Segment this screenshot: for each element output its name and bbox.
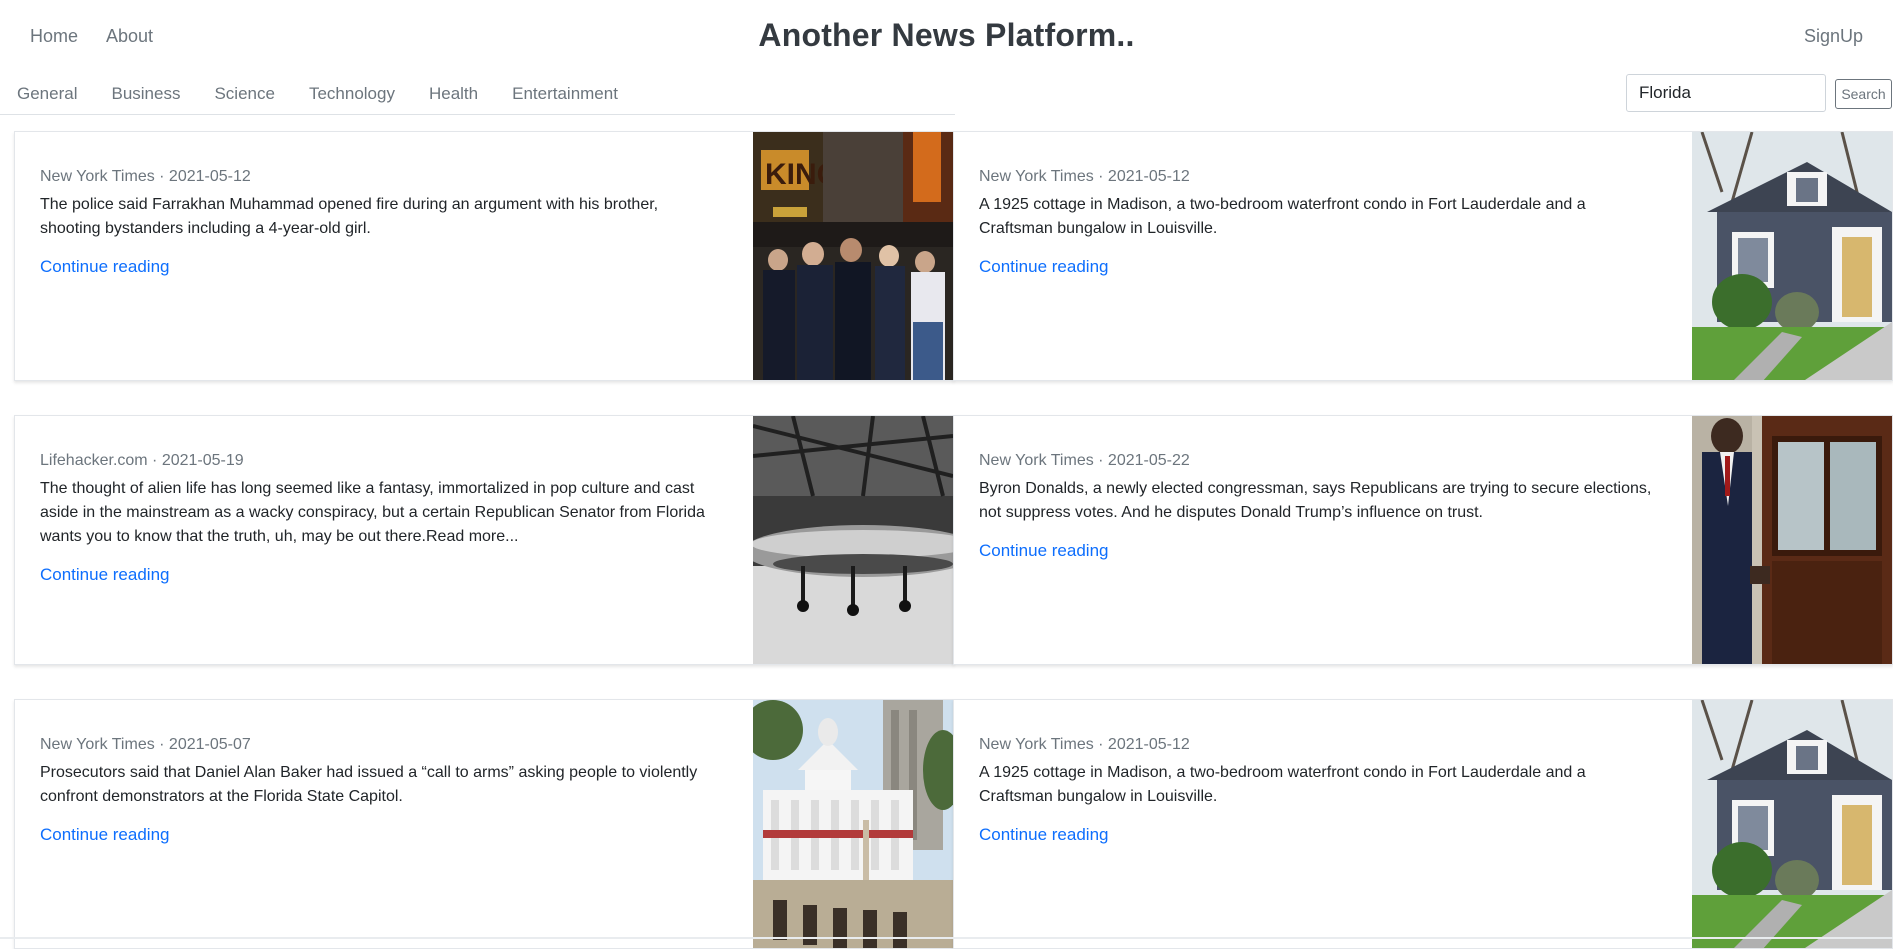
article-card: New York Times · 2021-05-22 Byron Donald…: [953, 415, 1893, 665]
article-image[interactable]: [753, 416, 953, 664]
article-image[interactable]: [1692, 700, 1892, 948]
category-entertainment[interactable]: Entertainment: [512, 82, 618, 106]
article-summary: Prosecutors said that Daniel Alan Baker …: [40, 764, 698, 805]
continue-reading-link[interactable]: Continue reading: [979, 539, 1108, 563]
category-health[interactable]: Health: [429, 82, 478, 106]
continue-reading-link[interactable]: Continue reading: [979, 823, 1108, 847]
article-summary: A 1925 cottage in Madison, a two-bedroom…: [979, 764, 1586, 805]
article-image[interactable]: [1692, 132, 1892, 380]
search-input[interactable]: [1626, 74, 1826, 112]
category-tabs: General Business Science Technology Heal…: [0, 72, 955, 115]
category-technology[interactable]: Technology: [309, 82, 395, 106]
article-summary: Byron Donalds, a newly elected congressm…: [979, 480, 1652, 521]
continue-reading-link[interactable]: Continue reading: [40, 255, 169, 279]
signup-link[interactable]: SignUp: [1804, 24, 1863, 48]
continue-reading-link[interactable]: Continue reading: [979, 255, 1108, 279]
article-card: New York Times · 2021-05-12 A 1925 cotta…: [953, 699, 1893, 949]
article-source-date: New York Times · 2021-05-22: [979, 452, 1190, 469]
category-science[interactable]: Science: [214, 82, 274, 106]
article-image[interactable]: KING: [753, 132, 953, 380]
article-image[interactable]: [1692, 416, 1892, 664]
top-navbar: Home About Another News Platform.. SignU…: [0, 0, 1893, 72]
search-button[interactable]: Search: [1835, 79, 1892, 109]
article-card: New York Times · 2021-05-07 Prosecutors …: [14, 699, 954, 949]
article-card: New York Times · 2021-05-12 A 1925 cotta…: [953, 131, 1893, 381]
article-source-date: New York Times · 2021-05-12: [40, 168, 251, 185]
article-summary: The police said Farrakhan Muhammad opene…: [40, 196, 659, 237]
article-summary: The thought of alien life has long seeme…: [40, 480, 705, 545]
category-general[interactable]: General: [17, 82, 77, 106]
article-source-date: New York Times · 2021-05-12: [979, 736, 1190, 753]
article-source-date: New York Times · 2021-05-12: [979, 168, 1190, 185]
article-source-date: Lifehacker.com · 2021-05-19: [40, 452, 244, 469]
article-summary: A 1925 cottage in Madison, a two-bedroom…: [979, 196, 1586, 237]
continue-reading-link[interactable]: Continue reading: [40, 823, 169, 847]
article-source-date: New York Times · 2021-05-07: [40, 736, 251, 753]
site-title: Another News Platform..: [758, 17, 1135, 53]
category-business[interactable]: Business: [111, 82, 180, 106]
article-image[interactable]: [753, 700, 953, 948]
continue-reading-link[interactable]: Continue reading: [40, 563, 169, 587]
article-card: New York Times · 2021-05-12 The police s…: [14, 131, 954, 381]
article-card: Lifehacker.com · 2021-05-19 The thought …: [14, 415, 954, 665]
